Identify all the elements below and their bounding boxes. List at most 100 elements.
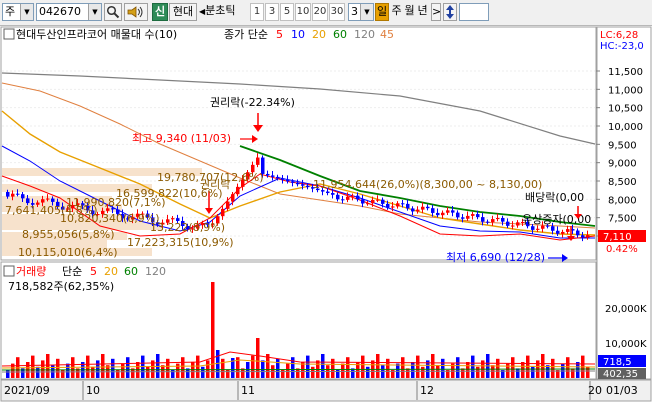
candle-body	[356, 195, 360, 200]
price-tick-label: 10,500	[608, 104, 643, 115]
profile-label: 13,222(8,9%)	[150, 221, 225, 234]
period-select[interactable]: 3 ▼	[348, 3, 374, 21]
extra-input[interactable]	[459, 3, 489, 21]
company-button[interactable]: 현대	[169, 3, 197, 21]
volume-bar	[56, 358, 60, 378]
volume-bar	[376, 354, 380, 378]
shin-badge[interactable]: 신	[152, 3, 168, 21]
candle-body	[291, 181, 295, 183]
profile-label: 8,955,056(5,8%)	[22, 228, 115, 241]
stock-chart[interactable]: 현대두산인프라코어 매물대 수(10) 종가 단순 5 10 20 60 120…	[0, 26, 652, 402]
volume-bar	[221, 358, 225, 378]
candle-body	[581, 235, 585, 238]
volume-bar	[116, 370, 120, 378]
candle-body	[491, 219, 495, 223]
x-label: 20	[588, 384, 602, 397]
candle-body	[576, 230, 580, 236]
period-3-button[interactable]: 3	[265, 3, 279, 21]
search-button[interactable]	[104, 3, 122, 21]
volume-bar	[511, 357, 515, 378]
chevron-down-icon[interactable]: ▼	[88, 4, 101, 20]
ma-60-label: 60	[333, 28, 347, 41]
candle-body	[266, 173, 270, 176]
month-button[interactable]: 월	[403, 3, 416, 21]
volume-bar	[201, 366, 205, 378]
volume-bar	[361, 355, 365, 378]
week-button[interactable]: 주	[390, 3, 403, 21]
sound-button[interactable]	[124, 3, 148, 21]
candle-body	[501, 217, 505, 222]
x-label: 11	[241, 384, 255, 397]
main-select[interactable]: 주 ▼	[2, 3, 34, 21]
dividend-annotation: 배당락(0,00	[525, 191, 584, 204]
hc-label: HC:-23,0	[600, 41, 644, 52]
candle-body	[516, 222, 520, 226]
profile-label: 11,954,644(26,0%)(8,300,00 ~ 8,130,00)	[313, 178, 542, 191]
price-tick-label: 10,000	[608, 122, 643, 133]
pirak-label: 권리락	[200, 178, 230, 191]
volume-bar	[516, 368, 520, 378]
speaker-icon	[127, 6, 143, 18]
candle-body	[276, 176, 280, 179]
candle-body	[391, 206, 395, 208]
volume-ma-label: 단순	[62, 265, 82, 278]
volume-bar	[441, 358, 445, 378]
tick-mode-button[interactable]: ◀분초틱	[199, 3, 249, 21]
x-label: 2021/09	[4, 384, 50, 397]
volume-bar	[471, 355, 475, 378]
candle-body	[341, 199, 345, 201]
volume-bar	[566, 357, 570, 378]
volume-bar	[166, 358, 170, 378]
volume-bar	[101, 354, 105, 378]
candle-body	[271, 175, 275, 177]
volume-tick: 10,000K	[605, 339, 647, 350]
candle-body	[366, 203, 370, 205]
vol-ma-5-label: 5	[90, 265, 97, 278]
week-label: 주	[391, 4, 402, 17]
volume-bar	[331, 358, 335, 378]
volume-bar	[586, 366, 590, 378]
candle-body	[371, 199, 375, 204]
candle-body	[41, 199, 45, 203]
candle-body	[566, 229, 570, 232]
candle-body	[536, 228, 540, 230]
tick-mode-label: 분초틱	[205, 4, 236, 17]
period-5-button[interactable]: 5	[280, 3, 294, 21]
candle-body	[396, 203, 400, 207]
candle-body	[11, 193, 15, 197]
candle-body	[456, 212, 460, 218]
candle-body	[421, 206, 425, 210]
candle-body	[481, 217, 485, 222]
period-30-button[interactable]: 30	[329, 3, 345, 21]
period-20-button[interactable]: 20	[312, 3, 328, 21]
ma-45-label: 45	[380, 28, 394, 41]
candle-body	[256, 157, 260, 165]
candle-body	[486, 221, 490, 223]
legend-box-icon	[3, 28, 15, 40]
candle-body	[556, 230, 560, 234]
day-button[interactable]: 일	[375, 3, 389, 21]
price-tick-label: 9,000	[608, 159, 637, 170]
chevron-down-icon[interactable]: ▼	[20, 4, 33, 20]
year-button[interactable]: 년	[416, 3, 429, 21]
period-label: 1	[253, 6, 261, 17]
volume-bar	[366, 366, 370, 378]
period-1-button[interactable]: 1	[250, 3, 264, 21]
next-button[interactable]: >	[431, 3, 441, 21]
volume-bar	[396, 363, 400, 378]
period-label: 20	[313, 6, 327, 17]
lc-label: LC:6,28	[600, 30, 638, 41]
period-label: 30	[330, 6, 344, 17]
sort-button[interactable]	[443, 3, 457, 21]
stock-code-input[interactable]: 042670 ▼	[36, 3, 102, 21]
up-down-arrow-icon	[446, 5, 454, 19]
candle-body	[386, 203, 390, 208]
volume-bar	[46, 354, 50, 378]
candle-body	[331, 193, 335, 195]
vol-ma-120-label: 120	[145, 265, 166, 278]
chevron-down-icon[interactable]: ▼	[360, 4, 373, 20]
candle-body	[446, 210, 450, 213]
period-10-button[interactable]: 10	[295, 3, 311, 21]
volume-bar	[576, 362, 580, 378]
candle-body	[401, 203, 405, 205]
